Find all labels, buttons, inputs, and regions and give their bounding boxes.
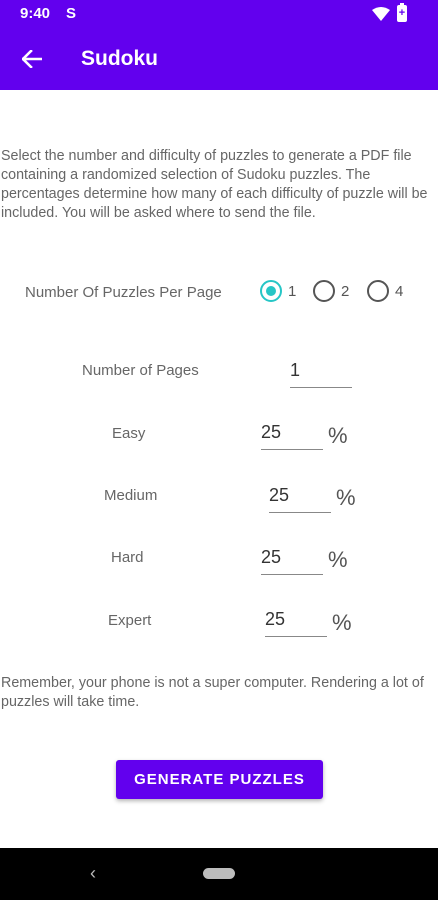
radio-label: 2 — [341, 282, 350, 300]
nav-home-icon[interactable] — [203, 868, 235, 879]
radio-option-4[interactable]: 4 — [367, 280, 403, 302]
radio-label: 1 — [288, 282, 297, 300]
medium-value: 25 — [269, 485, 290, 505]
hard-input[interactable]: 25 — [261, 545, 323, 575]
hard-value: 25 — [261, 547, 282, 567]
radio-selected-icon[interactable] — [260, 280, 282, 302]
intro-text: Select the number and difficulty of puzz… — [1, 148, 428, 221]
reminder-text: Remember, your phone is not a super comp… — [1, 675, 424, 710]
app-title: Sudoku — [81, 47, 158, 70]
easy-percent-sign: % — [328, 423, 348, 448]
expert-label: Expert — [108, 612, 152, 629]
notification-s-icon: S — [66, 5, 77, 22]
generate-puzzles-button[interactable]: GENERATE PUZZLES — [116, 760, 323, 799]
status-bar: 9:40 S — [0, 0, 438, 28]
navigation-bar: ‹ — [0, 848, 438, 900]
pages-value: 1 — [290, 360, 301, 380]
expert-input[interactable]: 25 — [265, 607, 327, 637]
radio-option-1[interactable]: 1 — [260, 280, 296, 302]
pages-input[interactable]: 1 — [290, 358, 352, 388]
radio-option-2[interactable]: 2 — [313, 280, 349, 302]
nav-back-icon[interactable]: ‹ — [90, 863, 96, 884]
radio-unselected-icon[interactable] — [313, 280, 335, 302]
easy-input[interactable]: 25 — [261, 420, 323, 450]
medium-input[interactable]: 25 — [269, 483, 331, 513]
expert-value: 25 — [265, 609, 286, 629]
wifi-icon — [372, 7, 390, 21]
battery-icon — [397, 3, 407, 22]
expert-percent-sign: % — [332, 610, 352, 635]
medium-percent-sign: % — [336, 485, 356, 510]
medium-label: Medium — [104, 487, 158, 504]
radio-unselected-icon[interactable] — [367, 280, 389, 302]
app-bar: Sudoku — [0, 28, 438, 90]
hard-label: Hard — [111, 549, 144, 566]
hard-percent-sign: % — [328, 547, 348, 572]
puzzles-per-page-label: Number Of Puzzles Per Page — [25, 284, 222, 301]
back-arrow-icon[interactable] — [14, 41, 50, 77]
radio-label: 4 — [395, 282, 404, 300]
pages-label: Number of Pages — [82, 362, 199, 379]
status-time: 9:40 — [20, 5, 51, 22]
easy-label: Easy — [112, 425, 146, 442]
easy-value: 25 — [261, 422, 282, 442]
